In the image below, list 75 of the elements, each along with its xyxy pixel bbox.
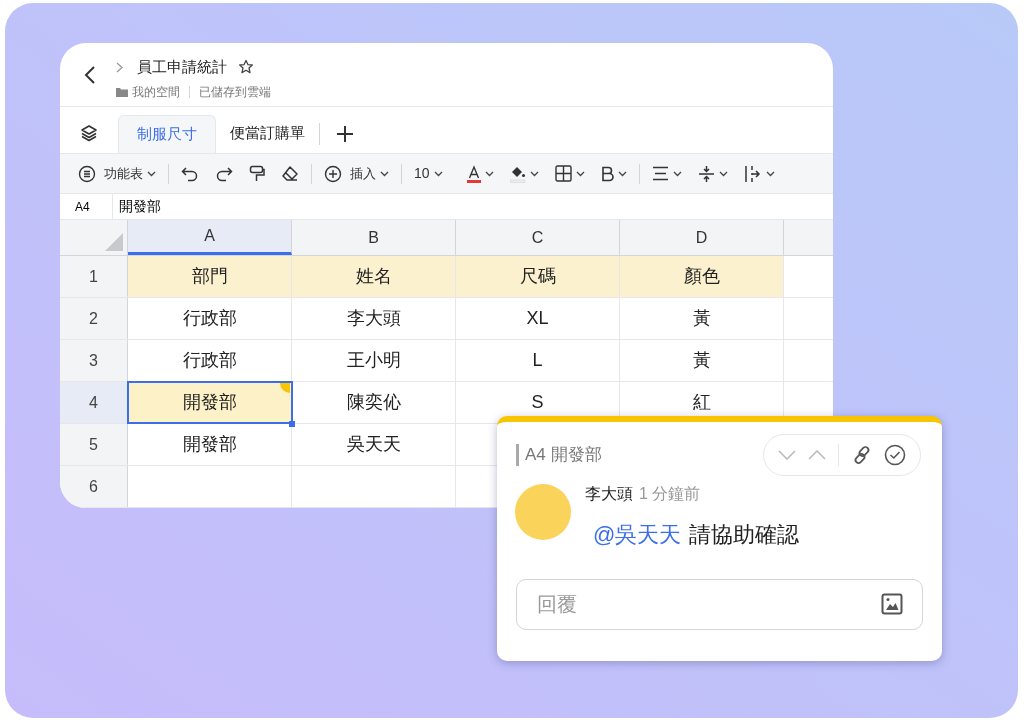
row-header[interactable]: 1	[60, 256, 128, 297]
table-cell[interactable]: 行政部	[128, 298, 292, 339]
row-header[interactable]: 5	[60, 424, 128, 465]
breadcrumb-chevron-icon	[116, 61, 123, 73]
row-header[interactable]: 2	[60, 298, 128, 339]
fill-handle[interactable]	[289, 421, 295, 427]
row-header[interactable]: 6	[60, 466, 128, 507]
table-cell[interactable]: 吳天天	[292, 424, 456, 465]
table-cell[interactable]: 李大頭	[292, 298, 456, 339]
formula-field[interactable]: 開發部	[113, 196, 161, 218]
star-button[interactable]	[237, 58, 255, 76]
caret-icon	[617, 170, 627, 177]
document-title: 員工申請統計	[137, 56, 227, 77]
table-cell[interactable]: 黃	[620, 298, 784, 339]
comment-marker	[280, 383, 290, 393]
table-cell[interactable]: L	[456, 340, 620, 381]
caret-icon	[765, 170, 775, 177]
table-cell[interactable]: 黃	[620, 340, 784, 381]
plus-icon	[336, 124, 354, 143]
table-cell[interactable]: 部門	[128, 256, 292, 297]
caret-icon	[672, 170, 682, 177]
caret-icon	[484, 170, 494, 177]
table-cell[interactable]: 顏色	[620, 256, 784, 297]
bold-icon	[600, 165, 614, 182]
comment-text: 請協助確認	[689, 521, 800, 549]
vertical-align-icon	[697, 164, 715, 183]
image-icon[interactable]	[881, 593, 903, 615]
sheet-tab[interactable]: 制服尺寸	[118, 114, 216, 153]
table-cell[interactable]: 姓名	[292, 256, 456, 297]
avatar	[515, 484, 571, 540]
column-header[interactable]: D	[620, 220, 784, 255]
caret-icon	[529, 170, 539, 177]
column-header[interactable]: A	[128, 220, 292, 255]
reply-field[interactable]: 回覆	[516, 579, 923, 630]
menu-icon	[78, 164, 96, 183]
format-painter-icon	[249, 164, 265, 183]
comment-time: 1 分鐘前	[639, 484, 701, 504]
table-cell[interactable]: 開發部	[128, 424, 292, 465]
insert-icon	[324, 164, 342, 183]
save-status: 已儲存到雲端	[199, 84, 271, 101]
cell-reference: A4	[74, 198, 91, 216]
sheet-tab[interactable]: 便當訂購單	[216, 114, 319, 153]
table-cell[interactable]: 陳奕伈	[292, 382, 456, 423]
row-header[interactable]: 4	[60, 382, 128, 423]
back-icon	[84, 65, 96, 85]
folder-icon	[116, 87, 128, 97]
table-cell[interactable]: XL	[456, 298, 620, 339]
eraser-icon	[281, 164, 299, 183]
insert-button[interactable]: 插入	[316, 158, 397, 189]
borders-icon	[554, 165, 572, 182]
location-link[interactable]: 我的空間	[132, 83, 180, 101]
author-name: 李大頭	[585, 484, 633, 504]
menu-button[interactable]: 功能表	[74, 158, 164, 189]
cell-reference-label: A4 開發部	[516, 444, 602, 466]
mention-link[interactable]: @吳天天	[593, 518, 682, 551]
caret-icon	[433, 170, 443, 177]
align-icon	[651, 166, 669, 181]
resolve-icon[interactable]	[883, 444, 906, 466]
table-cell[interactable]: 王小明	[292, 340, 456, 381]
fill-color-icon	[509, 164, 526, 183]
row-header[interactable]: 3	[60, 340, 128, 381]
redo-icon	[215, 165, 233, 182]
column-header[interactable]: B	[292, 220, 456, 255]
column-header[interactable]: C	[456, 220, 620, 255]
caret-icon	[575, 170, 585, 177]
font-color-icon	[466, 164, 481, 183]
caret-icon	[380, 170, 389, 177]
table-cell[interactable]: 尺碼	[456, 256, 620, 297]
caret-icon	[718, 170, 728, 177]
star-icon	[238, 59, 254, 75]
font-size-dropdown[interactable]: 10	[406, 158, 451, 189]
undo-icon	[181, 165, 199, 182]
caret-icon	[147, 170, 156, 177]
text-direction-icon	[743, 164, 762, 183]
layers-icon	[79, 122, 99, 143]
